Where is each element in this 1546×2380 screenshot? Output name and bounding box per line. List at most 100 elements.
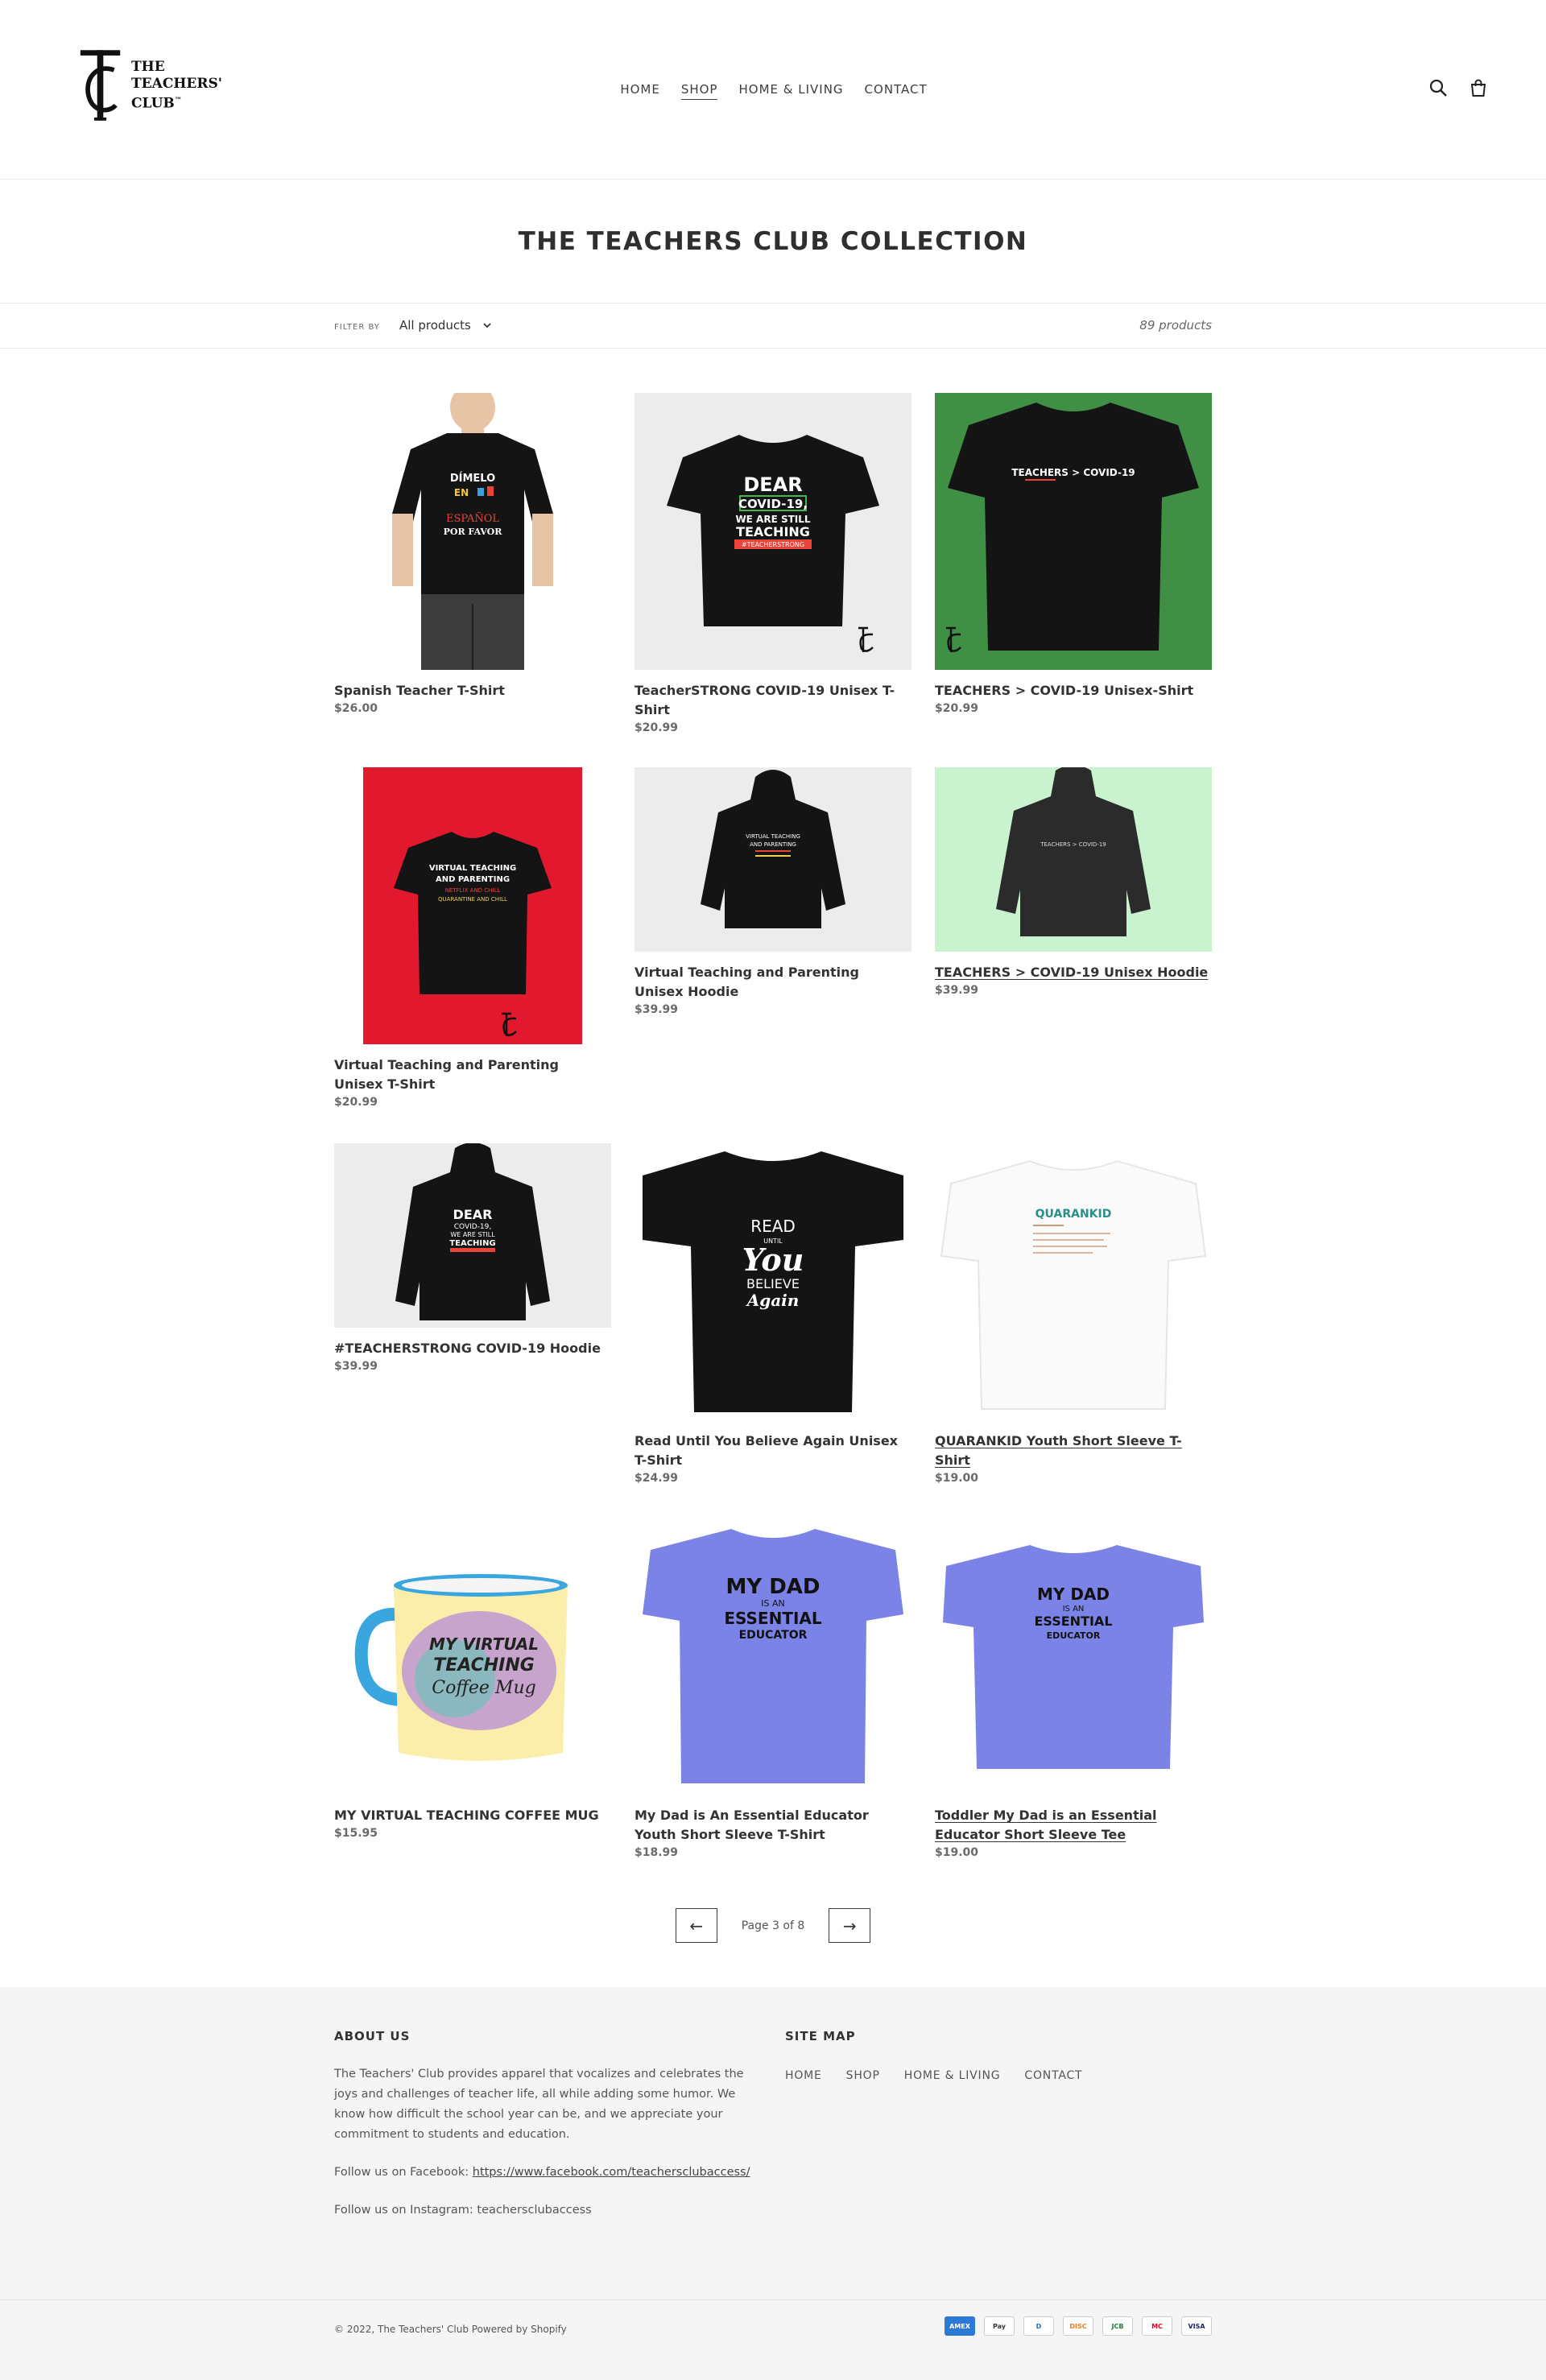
product-image[interactable]: DEAR COVID-19, WE ARE STILL TEACHING	[334, 1143, 611, 1328]
shirt-print-line: AND PARENTING	[750, 841, 796, 848]
product-card[interactable]: MY DAD IS AN ESSENTIAL EDUCATOR My Dad i…	[635, 1518, 911, 1859]
tshirt-image: READ UNTIL You BELIEVE Again	[643, 1151, 903, 1412]
prev-page-button[interactable]: ←	[675, 1908, 717, 1943]
nav-shop[interactable]: SHOP	[680, 82, 718, 100]
product-image[interactable]: TEACHERS > COVID-19	[935, 767, 1212, 952]
amex-icon: AMEX	[945, 2316, 975, 2336]
product-card[interactable]: VIRTUAL TEACHING AND PARENTING Virtual T…	[635, 767, 911, 1016]
tshirt-image: DEAR COVID-19, WE ARE STILL TEACHING #TE…	[667, 435, 879, 652]
product-card[interactable]: READ UNTIL You BELIEVE Again Read Until …	[635, 1143, 911, 1485]
footer-link-home[interactable]: HOME	[785, 2069, 822, 2082]
tshirt-image: TEACHERS > COVID-19	[946, 403, 1199, 652]
product-card[interactable]: TEACHERS > COVID-19 TEACHERS > COVID-19 …	[935, 393, 1212, 715]
product-card[interactable]: MY DAD IS AN ESSENTIAL EDUCATOR Toddler …	[935, 1518, 1212, 1859]
footer-about: ABOUT US The Teachers' Club provides app…	[334, 2029, 753, 2221]
product-image[interactable]: DÍMELO EN ESPAÑOL POR FAVOR	[334, 393, 611, 670]
tshirt-image: VIRTUAL TEACHING AND PARENTING NETFLIX A…	[363, 767, 582, 1044]
shirt-print-line: EN	[454, 487, 469, 498]
product-name[interactable]: Read Until You Believe Again Unisex T-Sh…	[635, 1432, 911, 1470]
cart-icon[interactable]	[1469, 78, 1488, 97]
footer-sitemap-title: SITE MAP	[785, 2029, 856, 2043]
hoodie-image: VIRTUAL TEACHING AND PARENTING	[701, 770, 845, 928]
shirt-print-line: DEAR	[453, 1207, 493, 1222]
discover-icon: DISC	[1063, 2316, 1093, 2336]
footer-facebook: Follow us on Facebook: https://www.faceb…	[334, 2163, 753, 2183]
mastercard-icon: MC	[1142, 2316, 1172, 2336]
product-image[interactable]: VIRTUAL TEACHING AND PARENTING	[635, 767, 911, 952]
hoodie-image: DEAR COVID-19, WE ARE STILL TEACHING	[395, 1143, 550, 1320]
product-card[interactable]: VIRTUAL TEACHING AND PARENTING NETFLIX A…	[334, 767, 611, 1109]
product-price: $18.99	[635, 1846, 679, 1859]
footer-facebook-label: Follow us on Facebook:	[334, 2166, 473, 2179]
product-image[interactable]: VIRTUAL TEACHING AND PARENTING NETFLIX A…	[334, 767, 611, 1044]
facebook-link[interactable]: https://www.facebook.com/teachersclubacc…	[473, 2166, 750, 2179]
tshirt-model-image: DÍMELO EN ESPAÑOL POR FAVOR	[392, 393, 553, 670]
product-name[interactable]: TeacherSTRONG COVID-19 Unisex T-Shirt	[635, 681, 911, 720]
product-name[interactable]: MY VIRTUAL TEACHING COFFEE MUG	[334, 1806, 611, 1825]
footer-link-home-living[interactable]: HOME & LIVING	[904, 2069, 1001, 2082]
footer-about-text: The Teachers' Club provides apparel that…	[334, 2068, 744, 2141]
footer-link-shop[interactable]: SHOP	[846, 2069, 880, 2082]
shirt-print-line: READ	[750, 1217, 796, 1236]
shirt-print-line: COVID-19,	[738, 497, 808, 511]
apple-pay-icon: Pay	[984, 2316, 1015, 2336]
product-name[interactable]: #TEACHERSTRONG COVID-19 Hoodie	[334, 1339, 611, 1358]
product-price: $20.99	[334, 1096, 378, 1109]
product-name[interactable]: TEACHERS > COVID-19 Unisex-Shirt	[935, 681, 1212, 700]
product-image[interactable]: READ UNTIL You BELIEVE Again	[635, 1143, 911, 1420]
product-name[interactable]: TEACHERS > COVID-19 Unisex Hoodie	[935, 963, 1212, 982]
footer-link-contact[interactable]: CONTACT	[1024, 2069, 1082, 2082]
shirt-print-line: AND PARENTING	[436, 875, 510, 884]
product-name[interactable]: Spanish Teacher T-Shirt	[334, 681, 611, 700]
tshirt-image: MY DAD IS AN ESSENTIAL EDUCATOR	[643, 1529, 903, 1783]
product-name[interactable]: Virtual Teaching and Parenting Unisex T-…	[334, 1056, 611, 1094]
mug-print-line: TEACHING	[433, 1655, 535, 1676]
chevron-down-icon	[483, 323, 491, 328]
product-price: $19.00	[935, 1846, 979, 1859]
shirt-print-line: TEACHING	[736, 524, 810, 539]
product-image[interactable]: DEAR COVID-19, WE ARE STILL TEACHING #TE…	[635, 393, 911, 670]
product-card[interactable]: QUARANKID QUARANKID Youth Short Sleeve T…	[935, 1143, 1212, 1485]
product-price: $39.99	[334, 1360, 378, 1373]
shirt-print-line: DÍMELO	[450, 472, 495, 485]
shirt-print-line: DEAR	[743, 473, 802, 496]
shirt-print-line: ESSENTIAL	[724, 1609, 822, 1628]
filter-select[interactable]: All products	[399, 318, 492, 333]
product-image[interactable]: TEACHERS > COVID-19	[935, 393, 1212, 670]
next-page-button[interactable]: →	[829, 1908, 871, 1943]
nav-home[interactable]: HOME	[620, 82, 660, 100]
shirt-print-line: QUARANKID	[1035, 1208, 1112, 1221]
shirt-print-line: MY DAD	[1037, 1585, 1110, 1604]
shirt-print-line: TEACHERS > COVID-19	[1011, 467, 1135, 478]
shirt-print-line: QUARANTINE AND CHILL	[438, 896, 507, 903]
product-card[interactable]: TEACHERS > COVID-19 TEACHERS > COVID-19 …	[935, 767, 1212, 997]
shirt-print-line: EDUCATOR	[739, 1629, 808, 1642]
copyright: © 2022, The Teachers' Club Powered by Sh…	[334, 2324, 567, 2335]
product-card[interactable]: DÍMELO EN ESPAÑOL POR FAVOR Spanish Teac…	[334, 393, 611, 715]
product-price: $26.00	[334, 702, 378, 715]
footer-about-title: ABOUT US	[334, 2029, 411, 2043]
product-name[interactable]: My Dad is An Essential Educator Youth Sh…	[635, 1806, 911, 1845]
payment-icons: AMEX Pay D DISC JCB MC VISA	[945, 2316, 1212, 2336]
nav-contact[interactable]: CONTACT	[865, 82, 928, 100]
collection-title: THE TEACHERS CLUB COLLECTION	[518, 227, 1028, 256]
product-card[interactable]: DEAR COVID-19, WE ARE STILL TEACHING #TE…	[635, 393, 911, 734]
search-icon[interactable]	[1428, 78, 1448, 97]
diners-club-icon: D	[1023, 2316, 1054, 2336]
product-card[interactable]: DEAR COVID-19, WE ARE STILL TEACHING #TE…	[334, 1143, 611, 1373]
product-image[interactable]: MY VIRTUAL TEACHING Coffee Mug	[334, 1518, 611, 1795]
product-image[interactable]: MY DAD IS AN ESSENTIAL EDUCATOR	[935, 1518, 1212, 1795]
shirt-print-line: TEACHING	[449, 1239, 495, 1248]
shirt-print-line: You	[742, 1242, 804, 1278]
site-header: THE TEACHERS' CLUB™ HOME SHOP HOME & LIV…	[0, 0, 1546, 180]
product-card[interactable]: MY VIRTUAL TEACHING Coffee Mug MY VIRTUA…	[334, 1518, 611, 1840]
visa-icon: VISA	[1181, 2316, 1212, 2336]
footer-divider	[0, 2299, 1546, 2300]
product-name[interactable]: QUARANKID Youth Short Sleeve T-Shirt	[935, 1432, 1212, 1470]
product-image[interactable]: MY DAD IS AN ESSENTIAL EDUCATOR	[635, 1518, 911, 1795]
nav-home-living[interactable]: HOME & LIVING	[738, 82, 843, 100]
product-name[interactable]: Virtual Teaching and Parenting Unisex Ho…	[635, 963, 911, 1002]
product-name[interactable]: Toddler My Dad is an Essential Educator …	[935, 1806, 1212, 1845]
page-indicator: Page 3 of 8	[741, 1919, 805, 1932]
product-image[interactable]: QUARANKID	[935, 1143, 1212, 1420]
